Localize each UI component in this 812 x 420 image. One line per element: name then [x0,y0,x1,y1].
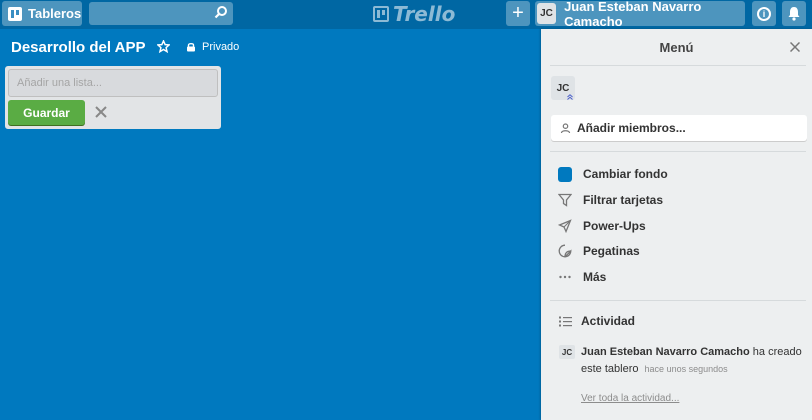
divider [550,65,806,66]
menu-item-stickers[interactable]: Pegatinas [558,242,640,260]
menu-item-more[interactable]: Más [558,268,606,286]
top-header: Tableros Trello + JC Juan Esteban Navarr… [0,0,812,29]
user-menu-button[interactable]: JC Juan Esteban Navarro Camacho [535,0,745,29]
filter-icon [558,193,572,207]
star-icon[interactable] [157,40,170,53]
add-members-label: Añadir miembros... [577,121,686,135]
sticker-icon [558,244,572,258]
add-list-composer: Guardar [5,66,221,129]
bell-icon [788,7,800,21]
activity-heading-label: Actividad [581,314,636,328]
activity-user[interactable]: Juan Esteban Navarro Camacho [581,346,750,358]
user-name: Juan Esteban Navarro Camacho [564,0,702,29]
activity-text: Juan Esteban Navarro Camacho ha creado e… [581,344,809,378]
boards-icon [8,6,22,21]
activity-heading: Actividad [559,314,635,328]
rocket-icon [558,219,572,233]
activity-time[interactable]: hace unos segundos [645,364,728,374]
menu-item-label: Pegatinas [583,244,640,258]
menu-item-label: Power-Ups [583,219,646,233]
info-icon: i [757,6,771,21]
more-icon [559,275,571,279]
info-button[interactable]: i [752,1,776,26]
boards-label: Tableros [28,6,82,21]
divider [550,300,806,301]
search-input[interactable] [89,2,233,25]
menu-item-filter-cards[interactable]: Filtrar tarjetas [558,191,663,209]
search-icon[interactable] [214,5,228,19]
background-swatch-icon [558,166,572,182]
menu-title: Menú [659,40,694,55]
user-avatar: JC [537,3,557,24]
divider [550,151,806,152]
activity-avatar[interactable]: JC [559,345,575,359]
boards-button[interactable]: Tableros [2,1,82,26]
logo-text: Trello [393,2,456,26]
menu-sidebar: Menú JC Añadir miembros... Cambiar fondo… [541,29,812,420]
menu-item-label: Cambiar fondo [583,167,668,181]
close-icon[interactable] [93,104,109,120]
add-members-button[interactable]: Añadir miembros... [551,115,807,141]
trello-logo-icon [373,6,389,22]
list-name-input[interactable] [8,69,218,97]
see-all-activity-link[interactable]: Ver toda la actividad... [581,393,679,404]
visibility-label: Privado [202,41,240,53]
visibility-button[interactable]: Privado [186,41,239,53]
notifications-button[interactable] [782,1,806,26]
admin-badge-icon [567,94,573,100]
close-icon[interactable] [790,42,800,52]
menu-item-label: Filtrar tarjetas [583,193,664,207]
menu-item-change-background[interactable]: Cambiar fondo [558,165,668,183]
board-title[interactable]: Desarrollo del APP [11,39,146,56]
trello-logo[interactable]: Trello [373,2,456,26]
menu-item-label: Más [583,270,607,284]
menu-item-power-ups[interactable]: Power-Ups [558,217,646,235]
activity-list-icon [559,316,572,326]
person-icon [560,122,571,133]
save-button[interactable]: Guardar [8,100,85,125]
add-button[interactable]: + [506,1,530,26]
lock-icon [187,42,195,52]
